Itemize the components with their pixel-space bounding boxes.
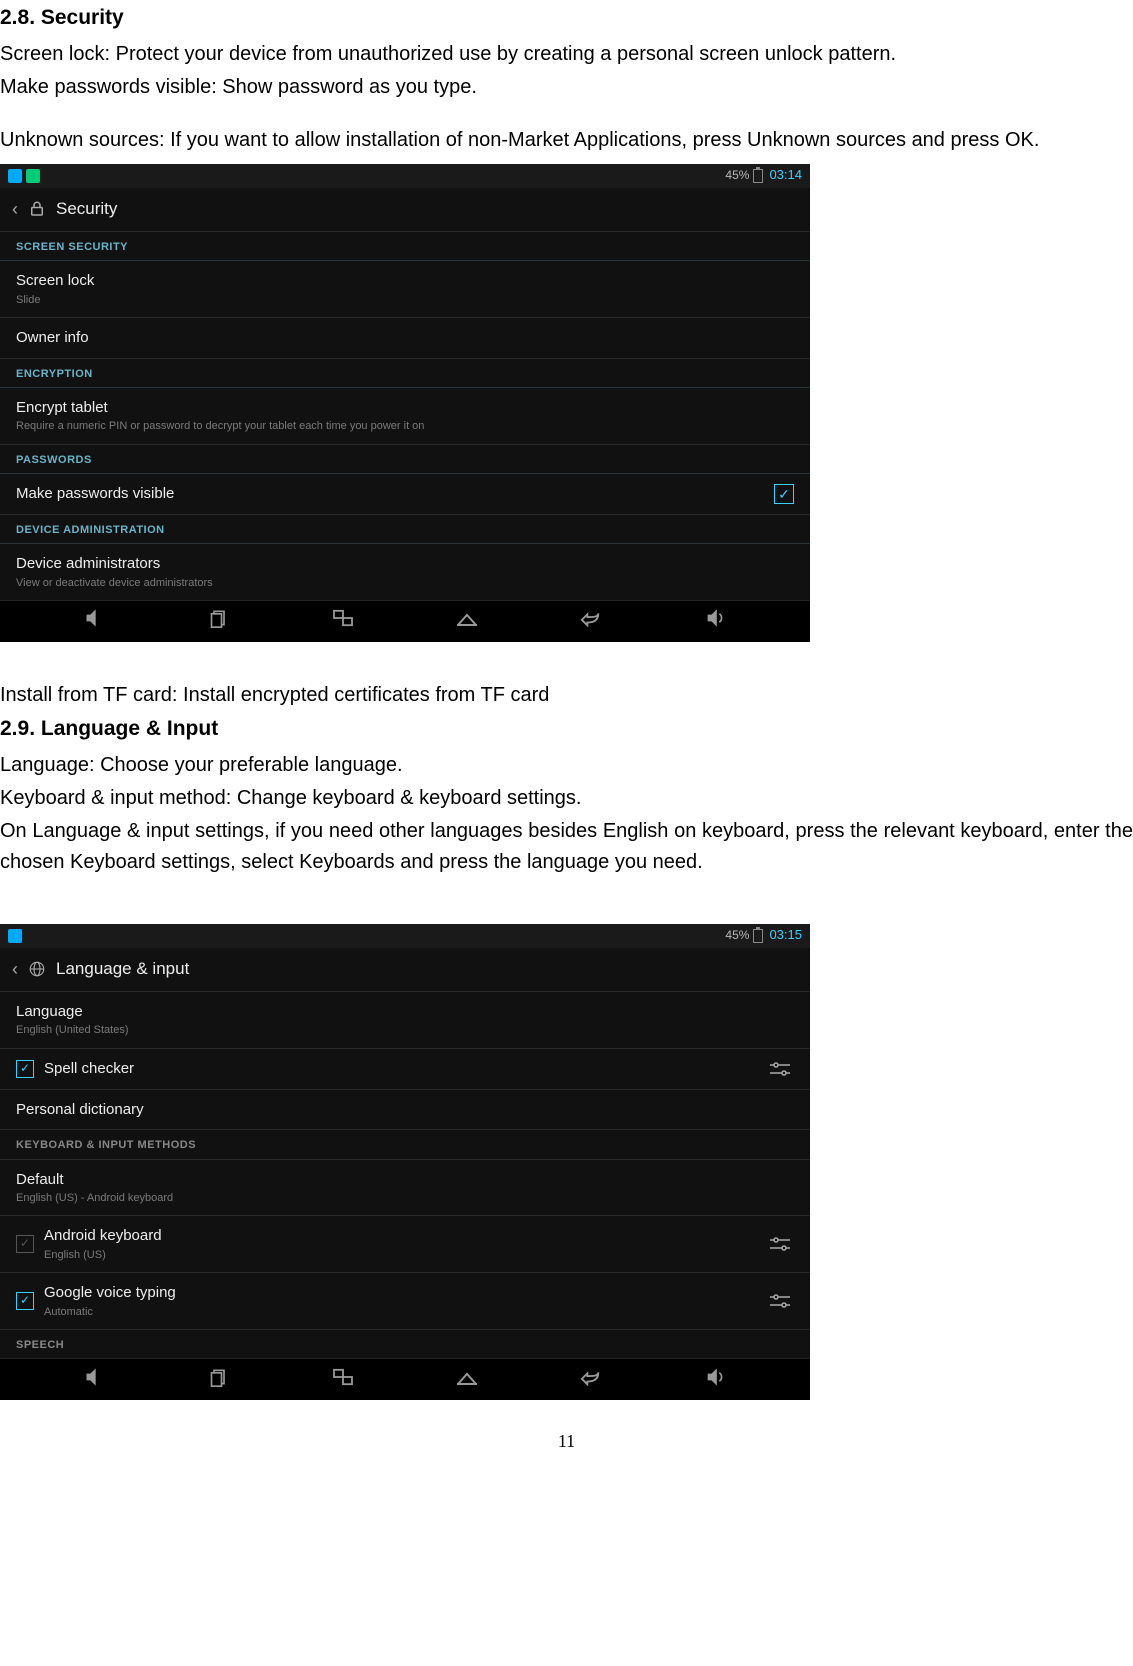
navbar [0,1358,810,1400]
battery-icon [753,929,763,943]
para-makepasswords: Make passwords visible: Show password as… [0,72,1133,103]
row-sub: Slide [16,293,94,307]
heading-language-input: 2.9. Language & Input [0,713,1133,746]
screen-title: Language & input [56,958,189,980]
statusbar: 45% 03:15 [0,924,810,948]
row-personal-dict[interactable]: Personal dictionary [0,1090,810,1131]
row-label: Language [16,1003,83,1020]
navbar [0,600,810,642]
row-sub: English (US) - Android keyboard [16,1191,173,1205]
row-screen-lock[interactable]: Screen lock Slide [0,261,810,318]
nav-home-icon[interactable] [437,609,497,633]
row-make-pw-visible[interactable]: Make passwords visible ✓ [0,474,810,515]
app-icon [8,929,22,943]
nav-volup-icon[interactable] [686,608,746,634]
nav-back-icon[interactable] [561,609,621,633]
row-label: Make passwords visible [16,484,174,504]
row-label: Device administrators [16,555,160,572]
back-icon[interactable]: ‹ [12,198,18,221]
heading-security: 2.8. Security [0,2,1133,35]
row-sub: Automatic [44,1305,176,1319]
nav-volup-icon[interactable] [686,1367,746,1393]
nav-recent-icon[interactable] [189,1367,249,1393]
clock: 03:15 [769,927,802,944]
para-unknownsources: Unknown sources: If you want to allow in… [0,125,1133,156]
row-default[interactable]: Default English (US) - Android keyboard [0,1160,810,1217]
section-header-encryption: ENCRYPTION [0,359,810,388]
checkbox-disabled-icon: ✓ [16,1235,34,1253]
nav-screenshot-icon[interactable] [313,609,373,633]
nav-recent-icon[interactable] [189,608,249,634]
row-device-admins[interactable]: Device administrators View or deactivate… [0,544,810,600]
page-number: 11 [0,1428,1133,1456]
para-language: Language: Choose your preferable languag… [0,750,1133,781]
battery-text: 45% [725,168,749,184]
row-label: Screen lock [16,272,94,289]
title-row[interactable]: ‹ Security [0,188,810,232]
battery-icon [753,169,763,183]
battery-text: 45% [725,928,749,944]
screenshot-language-input: 45% 03:15 ‹ Language & input Language En… [0,924,810,1401]
screen-title: Security [56,198,117,220]
row-label: Android keyboard [44,1227,162,1244]
security-icon [28,200,46,218]
app-icon [8,169,22,183]
battery-indicator: 45% [725,168,763,184]
row-sub: View or deactivate device administrators [16,576,213,590]
nav-back-icon[interactable] [561,1368,621,1392]
row-label: Encrypt tablet [16,399,108,416]
row-spell-checker[interactable]: ✓ Spell checker [0,1049,810,1090]
row-language[interactable]: Language English (United States) [0,992,810,1049]
section-header-device-admin: DEVICE ADMINISTRATION [0,515,810,544]
nav-home-icon[interactable] [437,1368,497,1392]
row-sub: Require a numeric PIN or password to dec… [16,419,424,433]
settings-slider-icon[interactable] [766,1291,794,1311]
nav-screenshot-icon[interactable] [313,1368,373,1392]
app-icon [26,169,40,183]
row-encrypt-tablet[interactable]: Encrypt tablet Require a numeric PIN or … [0,388,810,445]
checkbox-checked-icon[interactable]: ✓ [16,1292,34,1310]
para-lang-long: On Language & input settings, if you nee… [0,816,1133,878]
clock: 03:14 [769,167,802,184]
row-label: Google voice typing [44,1284,176,1301]
section-header-screen-security: SCREEN SECURITY [0,232,810,261]
section-header-kb-input: KEYBOARD & INPUT METHODS [0,1130,810,1159]
settings-slider-icon[interactable] [766,1059,794,1079]
para-kb-input: Keyboard & input method: Change keyboard… [0,783,1133,814]
language-icon [28,960,46,978]
checkbox-checked-icon[interactable]: ✓ [16,1060,34,1078]
row-label: Owner info [16,328,89,348]
settings-slider-icon[interactable] [766,1234,794,1254]
section-header-speech: SPEECH [0,1330,810,1358]
row-android-keyboard[interactable]: ✓ Android keyboard English (US) [0,1216,810,1273]
nav-voldown-icon[interactable] [64,1367,124,1393]
screenshot-security: 45% 03:14 ‹ Security SCREEN SECURITY Scr… [0,164,810,642]
row-google-voice[interactable]: ✓ Google voice typing Automatic [0,1273,810,1330]
row-sub: English (United States) [16,1023,129,1037]
title-row[interactable]: ‹ Language & input [0,948,810,992]
para-install-tf: Install from TF card: Install encrypted … [0,680,1133,711]
row-label: Spell checker [44,1059,134,1079]
statusbar: 45% 03:14 [0,164,810,188]
section-header-passwords: PASSWORDS [0,445,810,474]
back-icon[interactable]: ‹ [12,958,18,981]
battery-indicator: 45% [725,928,763,944]
row-label: Personal dictionary [16,1100,144,1120]
para-screenlock: Screen lock: Protect your device from un… [0,39,1133,70]
row-sub: English (US) [44,1248,162,1262]
checkbox-checked-icon[interactable]: ✓ [774,484,794,504]
row-owner-info[interactable]: Owner info [0,318,810,359]
row-label: Default [16,1171,64,1188]
nav-voldown-icon[interactable] [64,608,124,634]
